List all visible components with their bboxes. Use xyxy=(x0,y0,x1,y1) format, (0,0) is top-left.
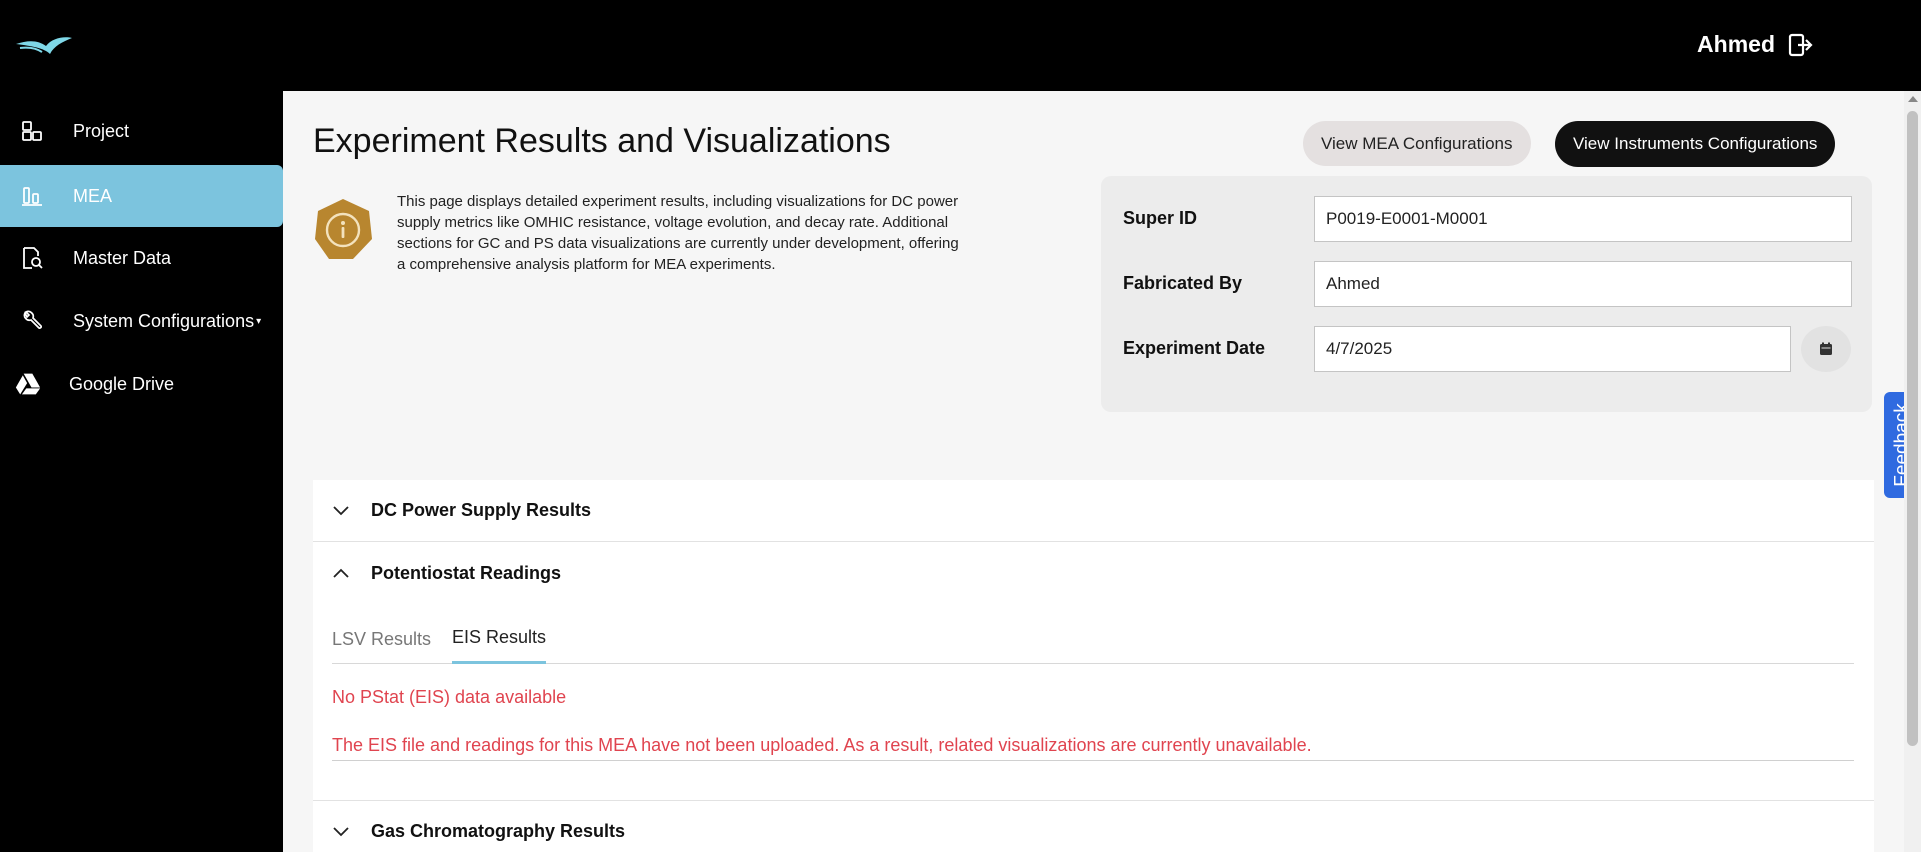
sidebar-item-system-configurations[interactable]: System Configurations ▾ xyxy=(0,290,283,352)
sidebar-item-label: System Configurations xyxy=(73,310,255,331)
fabricated-by-row: Fabricated By xyxy=(1101,261,1872,307)
dc-power-supply-section: DC Power Supply Results xyxy=(313,480,1874,542)
section-title: Gas Chromatography Results xyxy=(371,821,626,841)
app-logo[interactable] xyxy=(14,34,74,58)
sidebar-item-mea[interactable]: MEA xyxy=(0,165,283,227)
scroll-up-icon[interactable] xyxy=(1908,96,1918,102)
potentiostat-readings-header[interactable]: Potentiostat Readings xyxy=(313,542,1874,604)
section-title: DC Power Supply Results xyxy=(371,500,592,520)
info-description: This page displays detailed experiment r… xyxy=(397,193,959,273)
chevron-down-icon xyxy=(333,505,349,515)
sidebar: Project MEA Master Data System Configura… xyxy=(0,91,283,852)
potentiostat-tabs: LSV Results EIS Results xyxy=(332,614,1854,664)
sidebar-item-label: Master Data xyxy=(73,247,172,268)
dc-power-supply-header[interactable]: DC Power Supply Results xyxy=(313,480,1874,542)
divider xyxy=(332,760,1854,761)
info-icon xyxy=(315,199,372,259)
calendar-button[interactable] xyxy=(1801,326,1851,372)
chevron-down-icon xyxy=(333,826,349,836)
sidebar-item-label: MEA xyxy=(73,185,113,206)
experiment-date-label: Experiment Date xyxy=(1123,338,1266,358)
scroll-thumb[interactable] xyxy=(1907,111,1918,746)
super-id-label: Super ID xyxy=(1123,208,1198,228)
chevron-up-icon xyxy=(333,568,349,578)
fabricated-by-field[interactable] xyxy=(1314,261,1852,307)
super-id-row: Super ID xyxy=(1101,196,1872,242)
document-icon xyxy=(19,245,45,271)
sidebar-item-master-data[interactable]: Master Data xyxy=(0,227,283,289)
gas-chromatography-header[interactable]: Gas Chromatography Results xyxy=(313,801,1874,852)
experiment-id-card: Super ID Fabricated By Experiment Date xyxy=(1101,176,1872,412)
no-eis-data-message: No PStat (EIS) data available xyxy=(332,687,567,707)
tab-eis-results[interactable]: EIS Results xyxy=(452,614,547,664)
view-mea-configurations-button[interactable]: View MEA Configurations xyxy=(1303,121,1531,166)
experiment-date-row: Experiment Date xyxy=(1101,326,1872,372)
sidebar-item-google-drive[interactable]: Google Drive xyxy=(0,353,283,415)
top-bar: Ahmed xyxy=(0,0,1921,91)
wrench-icon xyxy=(19,308,45,334)
page-title: Experiment Results and Visualizations xyxy=(313,122,891,160)
gas-chromatography-section: Gas Chromatography Results xyxy=(313,800,1874,852)
experiment-date-field[interactable] xyxy=(1314,326,1791,372)
bar-chart-icon xyxy=(19,183,45,209)
chevron-down-icon: ▾ xyxy=(256,315,262,327)
main-content: Experiment Results and Visualizations Vi… xyxy=(283,91,1904,852)
calendar-icon xyxy=(1820,342,1832,355)
fabricated-by-label: Fabricated By xyxy=(1123,273,1243,293)
sidebar-item-project[interactable]: Project xyxy=(0,100,283,162)
eis-unavailable-message: The EIS file and readings for this MEA h… xyxy=(332,735,1312,755)
view-instruments-configurations-button[interactable]: View Instruments Configurations xyxy=(1555,121,1836,167)
user-name: Ahmed xyxy=(1697,31,1775,57)
project-icon xyxy=(19,118,45,144)
logout-icon[interactable] xyxy=(1787,32,1813,58)
sidebar-item-label: Google Drive xyxy=(69,373,175,394)
google-drive-icon xyxy=(15,371,41,397)
potentiostat-readings-section: Potentiostat Readings LSV Results EIS Re… xyxy=(313,542,1874,800)
super-id-field[interactable] xyxy=(1314,196,1852,242)
sidebar-item-label: Project xyxy=(73,120,130,141)
section-title: Potentiostat Readings xyxy=(371,562,562,583)
scrollbar[interactable] xyxy=(1904,91,1921,852)
tab-lsv-results[interactable]: LSV Results xyxy=(332,614,431,664)
